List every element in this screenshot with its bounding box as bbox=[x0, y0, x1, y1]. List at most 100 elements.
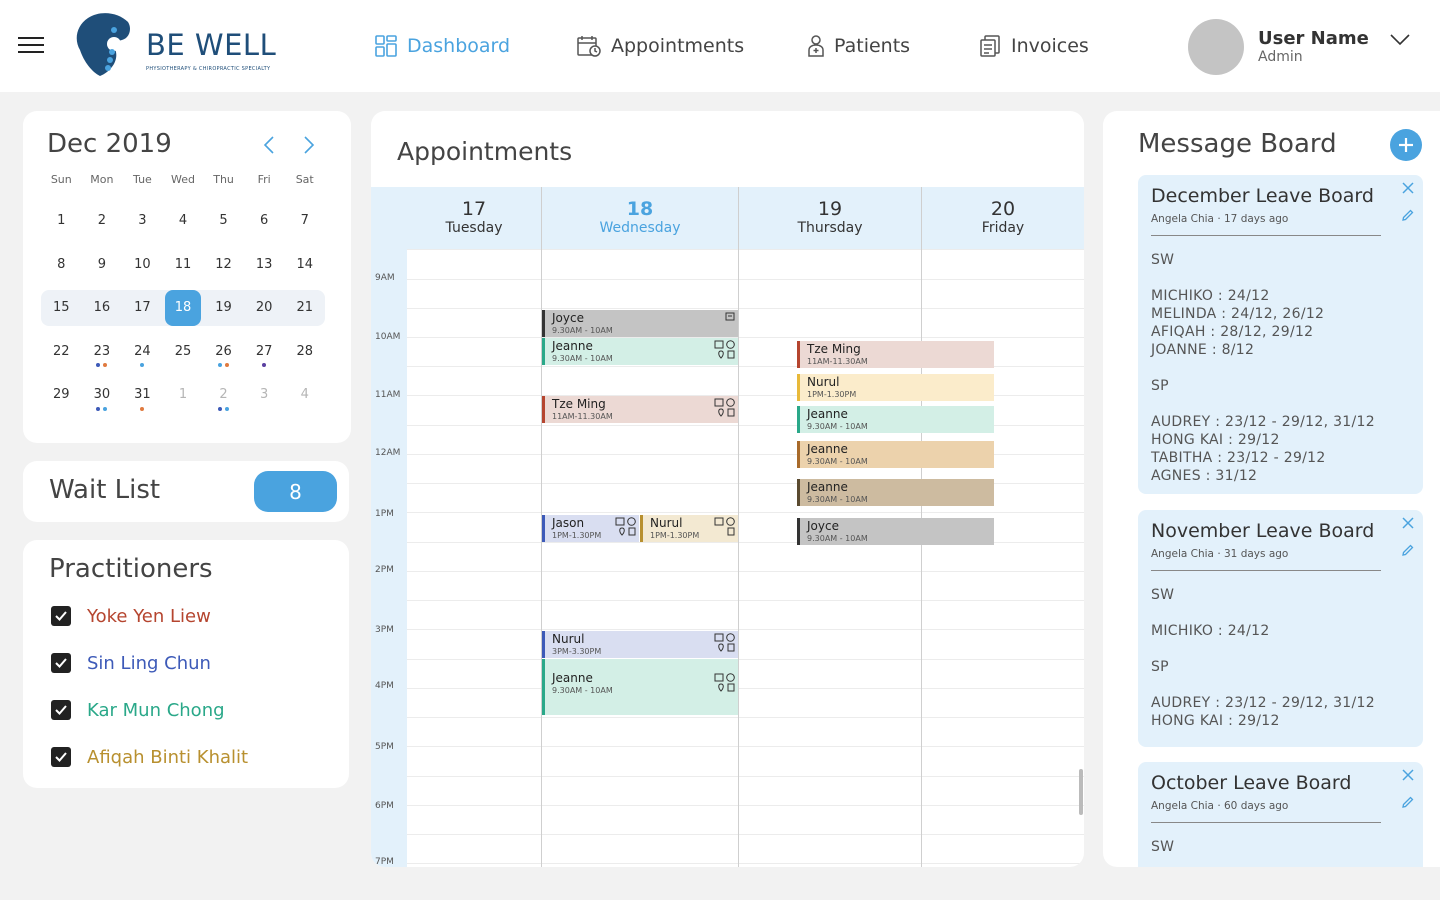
nav-patients[interactable]: Patients bbox=[808, 30, 910, 62]
calendar-day[interactable]: 12 bbox=[203, 246, 244, 282]
appointment-event[interactable]: Jeanne 9.30AM - 10AM bbox=[797, 479, 994, 506]
calendar-day[interactable]: 6 bbox=[244, 203, 285, 239]
practitioner-item[interactable]: Kar Mun Chong bbox=[51, 698, 225, 722]
appointment-patient: Tze Ming bbox=[552, 397, 606, 411]
calendar-day[interactable]: 16 bbox=[82, 290, 123, 326]
calendar-week: 29 30 31 1 2 3 4 bbox=[41, 373, 325, 417]
day-header-today[interactable]: 18 Wednesday bbox=[542, 187, 738, 249]
calendar-day[interactable]: 17 bbox=[122, 290, 163, 326]
calendar-day-selected[interactable]: 18 bbox=[164, 289, 201, 326]
calendar-day[interactable]: 2 bbox=[203, 377, 244, 413]
day-header[interactable]: 19 Thursday bbox=[739, 187, 921, 249]
day-number: 20 bbox=[990, 198, 1016, 220]
calendar-day[interactable]: 25 bbox=[163, 333, 204, 369]
practitioner-item[interactable]: Sin Ling Chun bbox=[51, 651, 211, 675]
calendar-day[interactable]: 1 bbox=[163, 377, 204, 413]
calendar-day[interactable]: 3 bbox=[244, 377, 285, 413]
appointment-event[interactable]: Jeanne 9.30AM - 10AM bbox=[797, 406, 994, 433]
calendar-day[interactable]: 10 bbox=[122, 246, 163, 282]
day-header[interactable]: 20 Friday bbox=[922, 187, 1084, 249]
message-line: MELINDA : 24/12, 26/12 bbox=[1151, 306, 1325, 322]
calendar-day[interactable]: 8 bbox=[41, 246, 82, 282]
checkbox-checked[interactable] bbox=[51, 700, 71, 720]
calendar-day[interactable]: 27 bbox=[244, 333, 285, 369]
day-number: 17 bbox=[461, 198, 487, 220]
calendar-day[interactable]: 7 bbox=[284, 203, 325, 239]
calendar-day[interactable]: 21 bbox=[284, 290, 325, 326]
calendar-day[interactable]: 14 bbox=[284, 246, 325, 282]
day-number: 24 bbox=[134, 343, 151, 359]
pencil-icon[interactable] bbox=[1402, 209, 1414, 221]
checkbox-checked[interactable] bbox=[51, 747, 71, 767]
calendar-day[interactable]: 13 bbox=[244, 246, 285, 282]
practitioners-card: Practitioners Yoke Yen Liew Sin Ling Chu… bbox=[23, 540, 349, 788]
schedule-scrollbar[interactable] bbox=[1079, 769, 1083, 815]
calendar-day[interactable]: 2 bbox=[82, 203, 123, 239]
calendar-day[interactable]: 31 bbox=[122, 377, 163, 413]
appointment-event[interactable]: Tze Ming 11AM-11.30AM bbox=[797, 341, 994, 368]
calendar-day[interactable]: 19 bbox=[203, 290, 244, 326]
appointment-event[interactable]: Nurul 1PM-1.30PM bbox=[640, 515, 738, 542]
appointment-event[interactable]: Jason 1PM-1.30PM bbox=[542, 515, 639, 542]
calendar-day[interactable]: 15 bbox=[41, 290, 82, 326]
checkbox-checked[interactable] bbox=[51, 606, 71, 626]
appointment-event[interactable]: Joyce 9.30AM - 10AM bbox=[797, 518, 994, 545]
appointment-event[interactable]: Nurul 3PM-3.30PM bbox=[542, 631, 738, 658]
message-line: JOANNE : 8/12 bbox=[1151, 342, 1255, 358]
nav-label: Patients bbox=[834, 35, 911, 57]
add-message-button[interactable] bbox=[1390, 129, 1422, 161]
appointment-event[interactable]: Jeanne 9.30AM - 10AM bbox=[542, 338, 738, 365]
close-icon[interactable] bbox=[1402, 182, 1414, 194]
practitioner-item[interactable]: Yoke Yen Liew bbox=[51, 604, 211, 628]
pencil-icon[interactable] bbox=[1402, 796, 1414, 808]
appointment-event[interactable]: Jeanne 9.30AM - 10AM bbox=[797, 441, 994, 468]
wait-list-card[interactable]: Wait List 8 bbox=[23, 461, 349, 522]
grid-line bbox=[407, 308, 1084, 309]
chevron-right-icon[interactable] bbox=[303, 135, 315, 155]
location-icon bbox=[718, 683, 724, 692]
calendar-day[interactable]: 4 bbox=[163, 203, 204, 239]
calendar-day[interactable]: 20 bbox=[244, 290, 285, 326]
calendar-day[interactable]: 22 bbox=[41, 333, 82, 369]
calendar-day[interactable]: 9 bbox=[82, 246, 123, 282]
calendar-day[interactable]: 5 bbox=[203, 203, 244, 239]
time-column bbox=[371, 187, 407, 867]
calendar-day[interactable]: 30 bbox=[82, 377, 123, 413]
logo[interactable]: BE WELL PHYSIOTHERAPY & CHIROPRACTIC SPE… bbox=[70, 10, 280, 80]
close-icon[interactable] bbox=[1402, 517, 1414, 529]
appointment-event[interactable]: Nurul 1PM-1.30PM bbox=[797, 374, 994, 401]
day-number: 30 bbox=[93, 387, 111, 403]
nav-invoices[interactable]: Invoices bbox=[979, 30, 1089, 62]
calendar-day[interactable]: 23 bbox=[82, 333, 123, 369]
close-icon[interactable] bbox=[1402, 769, 1414, 781]
calendar-day[interactable]: 4 bbox=[284, 377, 325, 413]
avatar[interactable] bbox=[1188, 19, 1244, 75]
message-card[interactable]: November Leave Board Angela Chia · 31 da… bbox=[1138, 510, 1423, 747]
practitioner-item[interactable]: Afiqah Binti Khalit bbox=[51, 745, 248, 769]
chevron-left-icon[interactable] bbox=[263, 135, 275, 155]
calendar-day[interactable]: 29 bbox=[41, 377, 82, 413]
calendar-day[interactable]: 28 bbox=[284, 333, 325, 369]
menu-icon[interactable] bbox=[18, 37, 44, 55]
chevron-down-icon[interactable] bbox=[1389, 33, 1411, 47]
calendar-day[interactable]: 24 bbox=[122, 333, 163, 369]
day-header[interactable]: 17 Tuesday bbox=[407, 187, 541, 249]
appointment-time: 9.30AM - 10AM bbox=[552, 326, 613, 335]
plus-icon bbox=[1399, 138, 1413, 152]
calendar-day[interactable]: 3 bbox=[122, 203, 163, 239]
pencil-icon[interactable] bbox=[1402, 544, 1414, 556]
appointment-event[interactable]: Tze Ming 11AM-11.30AM bbox=[542, 396, 738, 423]
appointment-event[interactable]: Jeanne 9.30AM - 10AM bbox=[542, 659, 738, 715]
message-card[interactable]: December Leave Board Angela Chia · 17 da… bbox=[1138, 175, 1423, 494]
nav-appointments[interactable]: Appointments bbox=[577, 30, 744, 62]
message-card[interactable]: October Leave Board Angela Chia · 60 day… bbox=[1138, 762, 1423, 867]
checkbox-checked[interactable] bbox=[51, 653, 71, 673]
location-icon bbox=[718, 643, 724, 652]
appointment-event[interactable]: Joyce 9.30AM - 10AM bbox=[542, 310, 738, 337]
nav-dashboard[interactable]: Dashboard bbox=[375, 30, 510, 62]
wait-list-count-badge[interactable]: 8 bbox=[254, 471, 337, 512]
calendar-day[interactable]: 11 bbox=[163, 246, 204, 282]
calendar-day[interactable]: 1 bbox=[41, 203, 82, 239]
time-label: 12AM bbox=[375, 448, 401, 458]
calendar-day[interactable]: 26 bbox=[203, 333, 244, 369]
